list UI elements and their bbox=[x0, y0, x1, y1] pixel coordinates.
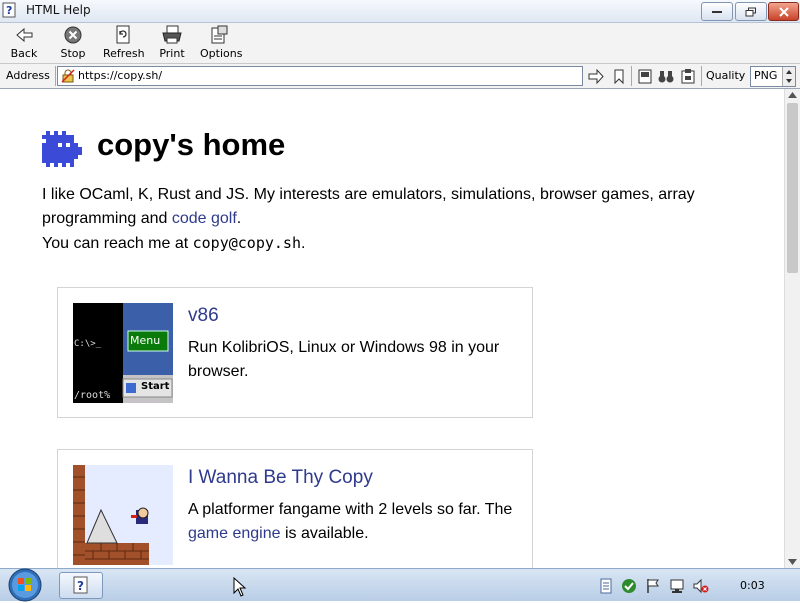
iwbtc-title-link[interactable]: I Wanna Be Thy Copy bbox=[188, 467, 373, 489]
title-bar: ? HTML Help bbox=[0, 0, 800, 23]
bookmark-icon[interactable] bbox=[610, 68, 628, 85]
spinner-arrows-icon bbox=[786, 70, 792, 83]
refresh-button[interactable]: Refresh bbox=[103, 25, 145, 60]
insecure-lock-icon bbox=[61, 69, 75, 83]
svg-text:?: ? bbox=[6, 4, 12, 17]
windows-start-orb-icon[interactable] bbox=[6, 567, 44, 603]
close-icon bbox=[778, 6, 789, 17]
page-title: copy's home bbox=[97, 127, 286, 162]
v86-start-text: Start bbox=[141, 381, 170, 392]
help-app-icon: ? bbox=[2, 2, 16, 18]
favorites-icon[interactable] bbox=[679, 68, 697, 85]
svg-text:?: ? bbox=[77, 579, 84, 593]
intro-sentence: I like OCaml, K, Rust and JS. My interes… bbox=[42, 186, 695, 227]
address-bar: Address https://copy.sh/ Quality PNG bbox=[0, 64, 800, 89]
back-label: Back bbox=[10, 47, 38, 60]
binoculars-icon[interactable] bbox=[657, 68, 675, 85]
project-card-v86[interactable]: C:\>_ Menu /root% Start v86 Run KolibriO… bbox=[57, 287, 533, 418]
close-button[interactable] bbox=[768, 2, 799, 21]
minimize-button[interactable] bbox=[701, 2, 733, 21]
v86-title-link[interactable]: v86 bbox=[188, 305, 219, 327]
toolbar: Back Stop Refresh Print Options bbox=[0, 23, 800, 64]
document-tray-icon[interactable] bbox=[598, 578, 614, 594]
iwbtc-desc-text: A platformer fangame with 2 levels so fa… bbox=[188, 501, 513, 518]
back-arrow-icon bbox=[16, 27, 33, 43]
intro-period: . bbox=[236, 210, 242, 227]
stop-label: Stop bbox=[60, 47, 86, 60]
quality-value: PNG bbox=[754, 69, 778, 82]
printer-icon bbox=[162, 25, 182, 44]
toolbar-separator bbox=[701, 66, 702, 86]
v86-thumbnail: C:\>_ Menu /root% Start bbox=[73, 303, 173, 403]
intro-text: I like OCaml, K, Rust and JS. My interes… bbox=[42, 183, 742, 256]
project-card-iwbtc[interactable]: I Wanna Be Thy Copy A platformer fangame… bbox=[57, 449, 533, 568]
vertical-scrollbar[interactable] bbox=[784, 89, 800, 568]
action-center-flag-icon[interactable] bbox=[645, 578, 661, 594]
v86-prompt-text: C:\>_ bbox=[74, 339, 102, 349]
address-input[interactable]: https://copy.sh/ bbox=[57, 66, 583, 86]
options-icon bbox=[211, 25, 228, 44]
v86-root-text: /root% bbox=[74, 390, 111, 401]
scrollbar-thumb[interactable] bbox=[787, 103, 798, 273]
content-pane: copy's home I like OCaml, K, Rust and JS… bbox=[0, 89, 784, 568]
address-label: Address bbox=[6, 69, 50, 82]
contact-period: . bbox=[301, 235, 306, 252]
code-golf-link[interactable]: code golf bbox=[172, 210, 237, 227]
help-app-icon: ? bbox=[73, 576, 88, 594]
taskbar-html-help[interactable]: ? bbox=[59, 572, 103, 599]
spinner-arrows[interactable] bbox=[782, 67, 795, 86]
print-button[interactable]: Print bbox=[158, 25, 186, 60]
taskbar: ? 0:03 bbox=[0, 567, 800, 603]
scroll-down-icon[interactable] bbox=[788, 559, 797, 565]
iwbtc-description: A platformer fangame with 2 levels so fa… bbox=[188, 498, 518, 546]
quality-label: Quality bbox=[706, 69, 746, 82]
iwbtc-screenshot bbox=[73, 465, 173, 565]
taskbar-clock[interactable]: 0:03 bbox=[740, 579, 765, 592]
iwbtc-desc-end: is available. bbox=[280, 525, 369, 542]
network-tray-icon[interactable] bbox=[669, 578, 685, 594]
quality-spinner[interactable]: PNG bbox=[750, 66, 796, 87]
refresh-icon bbox=[116, 25, 130, 44]
scroll-up-icon[interactable] bbox=[788, 92, 797, 98]
email-address: copy@copy.sh bbox=[192, 234, 301, 252]
stop-icon bbox=[64, 26, 82, 44]
address-url: https://copy.sh/ bbox=[78, 69, 163, 82]
copy-pixel-logo bbox=[42, 131, 82, 167]
options-button[interactable]: Options bbox=[200, 25, 243, 60]
options-label: Options bbox=[200, 47, 243, 60]
maximize-button[interactable] bbox=[735, 2, 767, 21]
v86-description: Run KolibriOS, Linux or Windows 98 in yo… bbox=[188, 339, 500, 380]
game-engine-link[interactable]: game engine bbox=[188, 525, 281, 542]
mouse-cursor-icon bbox=[233, 577, 247, 597]
volume-muted-icon[interactable] bbox=[693, 578, 709, 594]
refresh-label: Refresh bbox=[103, 47, 145, 60]
go-arrow-icon[interactable] bbox=[587, 68, 605, 85]
minimize-icon bbox=[712, 10, 722, 13]
print-label: Print bbox=[159, 47, 185, 60]
v86-menu-text: Menu bbox=[130, 334, 161, 347]
window-title: HTML Help bbox=[26, 3, 91, 17]
security-check-tray-icon[interactable] bbox=[621, 578, 637, 594]
toolbar-separator bbox=[631, 66, 632, 86]
stop-button[interactable]: Stop bbox=[58, 25, 88, 60]
iwbtc-thumbnail bbox=[73, 465, 173, 565]
restore-icon bbox=[745, 7, 756, 16]
contents-icon[interactable] bbox=[636, 68, 654, 85]
contact-text: You can reach me at bbox=[42, 235, 193, 252]
address-separator bbox=[55, 66, 56, 86]
back-button[interactable]: Back bbox=[8, 25, 40, 60]
